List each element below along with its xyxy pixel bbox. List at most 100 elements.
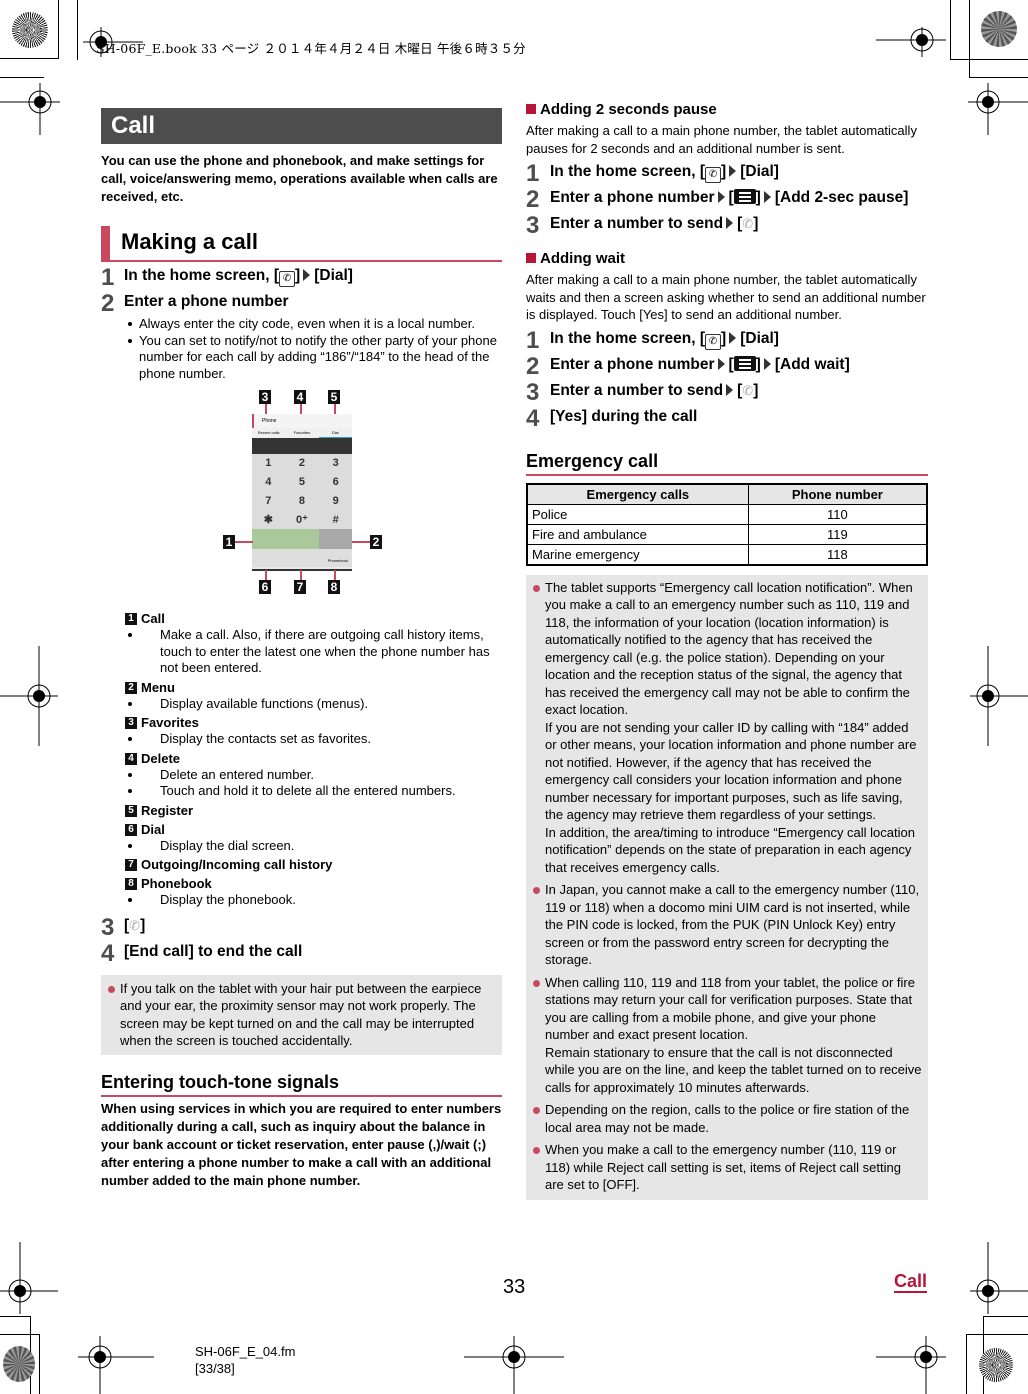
pause-step-2: 2 Enter a phone number[] [Add 2-sec pause…: [526, 186, 909, 213]
arrow-right-icon: [303, 269, 311, 281]
phone-tabs: Recent calls Favorites Dial: [252, 428, 352, 438]
subsection-title-wait: Adding wait: [526, 249, 928, 269]
section-title-emergency: Emergency call: [526, 448, 928, 476]
section-link-call[interactable]: Call: [894, 1271, 928, 1293]
wait-step-3: 3 Enter a number to send [✆]: [526, 378, 759, 406]
legend-number: 7: [125, 859, 137, 871]
step-text: ]: [721, 329, 727, 347]
bullet-text: Always enter the city code, even when it…: [139, 316, 476, 331]
step-text: [End call] to end the call: [124, 942, 303, 960]
step-2: 2 Enter a phone number: [101, 290, 502, 317]
step-1: 1 In the home screen, [✆] [Dial]: [101, 265, 502, 290]
legend-number: 5: [125, 804, 137, 817]
bullet: You can set to notify/not to notify the …: [101, 333, 502, 383]
key: 6: [319, 473, 352, 491]
arrow-right-icon: [763, 357, 771, 370]
crop-line: [969, 77, 1028, 78]
bullet: Always enter the city code, even when it…: [101, 316, 502, 333]
legend-title: Register: [141, 802, 194, 818]
crop-line: [969, 0, 970, 78]
legend-title: Call: [141, 611, 165, 626]
step-target: [Dial]: [314, 267, 353, 284]
arrow-right-icon: [726, 217, 734, 229]
callout-label: 1: [223, 535, 235, 549]
phone-app-icon: ✆: [279, 271, 296, 287]
bullet: Display the phonebook.: [101, 892, 502, 909]
wait-step-1: 1 In the home screen, [✆] [Dial]: [526, 326, 928, 354]
emergency-notes: The tablet supports “Emergency call loca…: [526, 574, 928, 1200]
step-text: ]: [721, 163, 727, 180]
step-number: 2: [526, 186, 540, 213]
step-3: 3 [✆]: [101, 915, 502, 939]
number-display: [252, 438, 352, 454]
note-item: Depending on the region, calls to the po…: [533, 1101, 922, 1136]
key: 5: [285, 473, 319, 491]
crop-line: [950, 0, 951, 60]
table-cell: Fire and ambulance: [526, 523, 749, 545]
step-number: 1: [526, 326, 540, 354]
crop-line: [0, 1334, 39, 1335]
key: 4: [252, 473, 285, 491]
footer-file-info: SH-06F_E_04.fm [33/38]: [195, 1343, 295, 1377]
callout-label: 5: [328, 390, 340, 404]
bullet-text: Display available functions (menus).: [160, 695, 369, 711]
legend-item: 3 Favorites Display the contacts set as f…: [101, 715, 502, 748]
step-text: Enter a number to send: [550, 381, 724, 399]
right-column: Adding 2 seconds pause After making a ca…: [526, 100, 928, 1200]
keypad: 1 2 3 4 5 6 7 8 9 ✱ 0⁺ #: [252, 454, 352, 529]
crop-line: [0, 58, 58, 59]
registration-mark-icon: [968, 83, 1028, 135]
bullet: Display the contacts set as favorites.: [101, 731, 502, 748]
step-text: Enter a phone number: [550, 355, 715, 373]
legend-item: 1 Call Make a call. Also, if there are ou…: [101, 611, 502, 677]
figure-legend: 1 Call Make a call. Also, if there are ou…: [101, 611, 502, 909]
legend-title: Menu: [141, 679, 175, 695]
call-button: [252, 529, 319, 549]
note-item: When you make a call to the emergency nu…: [533, 1141, 922, 1194]
key: 8: [285, 492, 319, 510]
color-wheel-icon: [979, 1348, 1013, 1382]
step-number: 2: [101, 290, 115, 317]
table-row: Fire and ambulance 119: [526, 523, 928, 545]
step-text: Enter a phone number: [124, 293, 289, 310]
legend-title: Dial: [141, 821, 165, 837]
bullet: Touch and hold it to delete all the ente…: [101, 783, 502, 800]
key: 7: [252, 492, 285, 510]
bullet-text: Display the dial screen.: [160, 837, 295, 853]
callout-label: 2: [370, 535, 382, 549]
registration-mark-icon: [876, 1336, 946, 1394]
step-target: [Dial]: [740, 163, 779, 180]
legend-title: Phonebook: [141, 876, 212, 891]
step-text: In the home screen, [: [124, 267, 280, 284]
registration-mark-icon: [876, 27, 946, 57]
crop-line: [0, 77, 44, 78]
bullet: Display the dial screen.: [101, 838, 502, 855]
step-text: In the home screen, [: [550, 163, 706, 180]
callout-line: [265, 570, 267, 580]
crop-line: [950, 59, 1028, 60]
callout-label: 6: [259, 580, 271, 594]
call-handset-icon: ✆: [742, 382, 754, 398]
note-item: The tablet supports “Emergency call loca…: [533, 579, 922, 877]
step-number: 3: [526, 212, 540, 239]
subsection-title-pause: Adding 2 seconds pause: [526, 100, 928, 120]
legend-item: 8 Phonebook Display the phonebook.: [101, 876, 502, 909]
legend-title: Favorites: [141, 715, 199, 730]
tab-favorites: Favorites: [293, 430, 311, 435]
print-header: SH-06F_E.book 33 ページ ２０１４年４月２４日 木曜日 午後６時…: [96, 41, 526, 56]
callout-line: [235, 541, 253, 543]
step-target: [Add wait]: [774, 355, 850, 373]
chapter-title: Call: [101, 108, 502, 144]
menu-icon: [733, 189, 756, 204]
table-cell: 110: [747, 503, 928, 525]
legend-number: 2: [125, 681, 137, 694]
crop-line: [966, 1334, 967, 1394]
callout-line: [300, 570, 302, 580]
menu-button: [318, 529, 352, 549]
section-title-making-call: Making a call: [101, 226, 502, 262]
subsection-title-text: Adding 2 seconds pause: [540, 101, 717, 118]
square-bullet-icon: [526, 253, 536, 263]
step-number: 1: [526, 160, 540, 187]
arrow-right-icon: [729, 331, 737, 344]
step-text: Enter a number to send: [550, 215, 724, 232]
